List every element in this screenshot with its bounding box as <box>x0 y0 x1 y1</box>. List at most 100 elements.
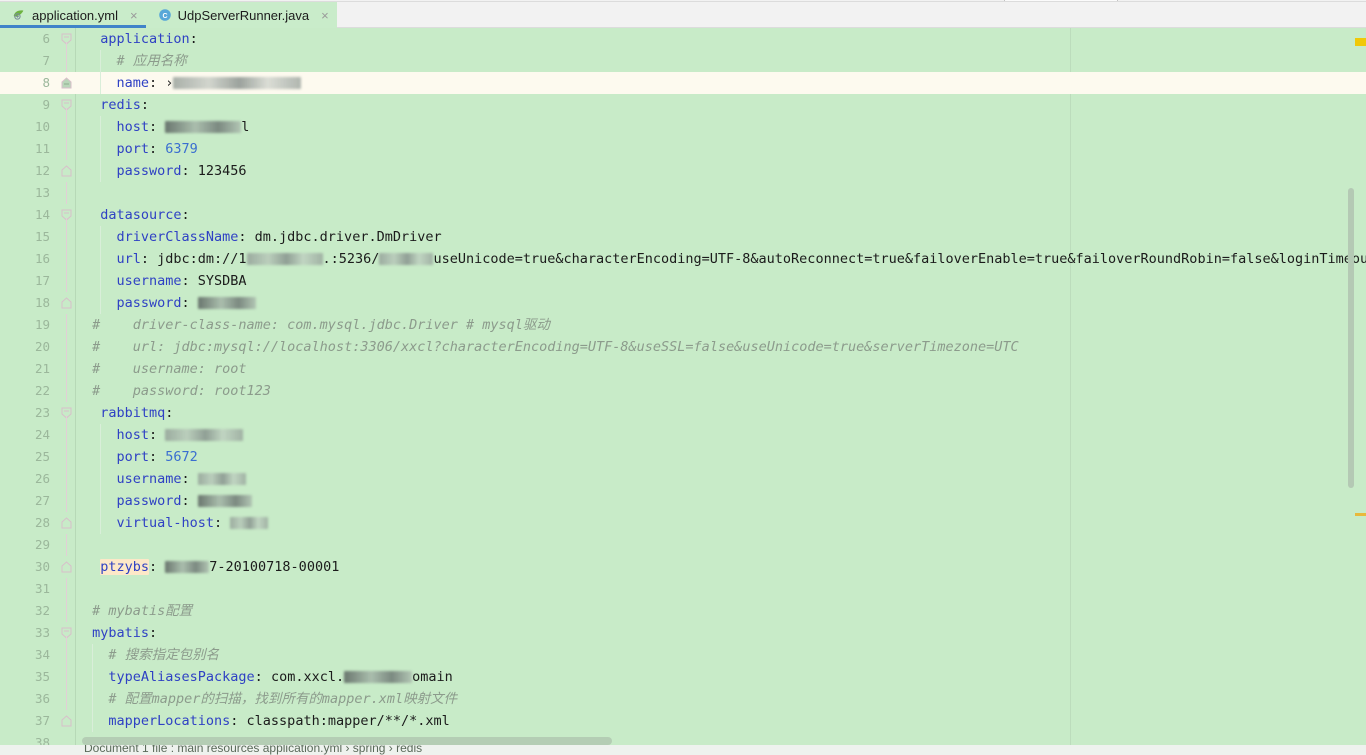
yaml-value: : <box>254 669 271 685</box>
code-fold-icon[interactable] <box>60 556 72 578</box>
indent-guide <box>100 446 102 468</box>
code-fold-icon[interactable] <box>60 292 72 314</box>
vertical-scrollbar[interactable] <box>1348 28 1354 755</box>
code-line[interactable]: 17 username: SYSDBA <box>0 270 1366 292</box>
yaml-value: l <box>241 119 250 135</box>
breadcrumb[interactable]: Document 1 file : main resources applica… <box>0 745 1366 755</box>
code-line[interactable]: 29 <box>0 534 1366 556</box>
code-comment: # driver-class-name: com.mysql.jdbc.Driv… <box>92 317 550 333</box>
yaml-key: username <box>116 471 182 487</box>
redacted-value <box>246 253 323 265</box>
code-line[interactable]: 16 url: jdbc:dm://1 .:5236/useUnicode=true… <box>0 248 1366 270</box>
horizontal-scrollbar-thumb[interactable] <box>82 737 612 745</box>
code-line[interactable]: 25 port: 5672 <box>0 446 1366 468</box>
line-number: 28 <box>34 515 50 530</box>
vertical-scrollbar-thumb[interactable] <box>1348 188 1354 488</box>
code-line[interactable]: 26 username: <box>0 468 1366 490</box>
line-number: 36 <box>34 691 50 706</box>
yaml-value: : <box>148 75 166 91</box>
code-line[interactable]: 27 password: <box>0 490 1366 512</box>
indent-guide <box>100 116 102 138</box>
code-text: host: l <box>116 116 249 138</box>
code-text: # driver-class-name: com.mysql.jdbc.Driv… <box>92 314 550 336</box>
code-line[interactable]: 21 # username: root <box>0 358 1366 380</box>
code-editor[interactable]: 6 application: 7 # 应用名称 8 name: › 9 redis: 10 hos… <box>0 28 1366 755</box>
fold-gutter-cell <box>60 644 72 666</box>
code-comment: # url: jdbc:mysql://localhost:3306/xxcl?… <box>92 339 1019 355</box>
code-line[interactable]: 24 host: <box>0 424 1366 446</box>
redacted-value <box>173 77 302 89</box>
code-fold-icon[interactable] <box>60 710 72 732</box>
code-line[interactable]: 7 # 应用名称 <box>0 50 1366 72</box>
error-stripe-gutter[interactable] <box>1354 28 1366 755</box>
code-line[interactable]: 30 ptzybs: 7-20100718-00001 <box>0 556 1366 578</box>
code-line[interactable]: 37 mapperLocations: classpath:mapper/**/*… <box>0 710 1366 732</box>
code-fold-icon[interactable] <box>60 512 72 534</box>
fold-gutter-cell <box>60 424 72 446</box>
indent-guide <box>100 138 102 160</box>
yaml-key: password <box>116 493 182 509</box>
code-comment: # username: root <box>92 361 247 377</box>
fold-connector <box>66 424 67 446</box>
fold-connector <box>66 182 67 204</box>
tab-udpserverrunner-java[interactable]: C UdpServerRunner.java × <box>145 2 337 28</box>
code-line[interactable]: 36 # 配置mapper的扫描，找到所有的mapper.xml映射文件 <box>0 688 1366 710</box>
yaml-value: dm.jdbc.driver.DmDriver <box>254 229 442 245</box>
code-line[interactable]: 11 port: 6379 <box>0 138 1366 160</box>
close-icon[interactable]: × <box>130 9 138 22</box>
code-line[interactable]: 20 # url: jdbc:mysql://localhost:3306/xxc… <box>0 336 1366 358</box>
fold-connector <box>66 534 67 556</box>
code-fold-icon[interactable] <box>60 160 72 182</box>
yaml-value: useUnicode=true&characterEncoding=UTF-8&… <box>433 251 1366 267</box>
code-line[interactable]: 14 datasource: <box>0 204 1366 226</box>
code-fold-icon[interactable] <box>60 94 72 116</box>
code-fold-icon[interactable] <box>60 204 72 226</box>
fold-connector <box>66 358 67 380</box>
redacted-value <box>165 121 242 133</box>
indent-guide <box>92 710 94 732</box>
error-stripe-marker[interactable] <box>1355 513 1366 516</box>
code-line[interactable]: 8 name: › <box>0 72 1366 94</box>
code-line[interactable]: 31 <box>0 578 1366 600</box>
code-line[interactable]: 28 virtual-host: <box>0 512 1366 534</box>
code-line[interactable]: 32 # mybatis配置 <box>0 600 1366 622</box>
code-fold-icon[interactable] <box>60 72 72 94</box>
tab-label: application.yml <box>32 7 118 23</box>
code-line[interactable]: 35 typeAliasesPackage: com.xxcl. omain <box>0 666 1366 688</box>
code-line[interactable]: 23 rabbitmq: <box>0 402 1366 424</box>
yaml-key: password <box>116 295 182 311</box>
close-icon[interactable]: × <box>321 9 329 22</box>
yaml-value: .:5236/ <box>322 251 380 267</box>
code-line[interactable]: 10 host: l <box>0 116 1366 138</box>
yaml-key: host <box>116 119 149 135</box>
code-fold-icon[interactable] <box>60 622 72 644</box>
error-stripe-marker[interactable] <box>1355 38 1366 46</box>
redacted-value <box>165 561 210 573</box>
code-line[interactable]: 22 # password: root123 <box>0 380 1366 402</box>
code-fold-icon[interactable] <box>60 28 72 50</box>
code-line[interactable]: 9 redis: <box>0 94 1366 116</box>
horizontal-scrollbar[interactable] <box>82 737 1344 745</box>
redacted-value <box>197 473 246 485</box>
yaml-value: 5672 <box>165 449 198 465</box>
code-lines-container[interactable]: 6 application: 7 # 应用名称 8 name: › 9 redis: 10 hos… <box>0 28 1366 755</box>
code-line[interactable]: 33 mybatis: <box>0 622 1366 644</box>
tab-application-yml[interactable]: application.yml × <box>0 2 146 28</box>
line-number: 15 <box>34 229 50 244</box>
code-line[interactable]: 13 <box>0 182 1366 204</box>
code-line[interactable]: 12 password: 123456 <box>0 160 1366 182</box>
code-line[interactable]: 34 # 搜索指定包别名 <box>0 644 1366 666</box>
code-line[interactable]: 18 password: <box>0 292 1366 314</box>
yaml-key: datasource <box>100 207 182 223</box>
code-line[interactable]: 15 driverClassName: dm.jdbc.driver.DmDriv… <box>0 226 1366 248</box>
code-line[interactable]: 19 # driver-class-name: com.mysql.jdbc.Dr… <box>0 314 1366 336</box>
code-fold-icon[interactable] <box>60 402 72 424</box>
code-text: ptzybs: 7-20100718-00001 <box>100 556 339 578</box>
line-number: 25 <box>34 449 50 464</box>
indent-guide <box>92 644 94 666</box>
yaml-key: url <box>116 251 141 267</box>
redacted-value <box>344 671 413 683</box>
yaml-value: com.xxcl. <box>270 669 345 685</box>
code-line[interactable]: 6 application: <box>0 28 1366 50</box>
code-text: username: SYSDBA <box>116 270 246 292</box>
